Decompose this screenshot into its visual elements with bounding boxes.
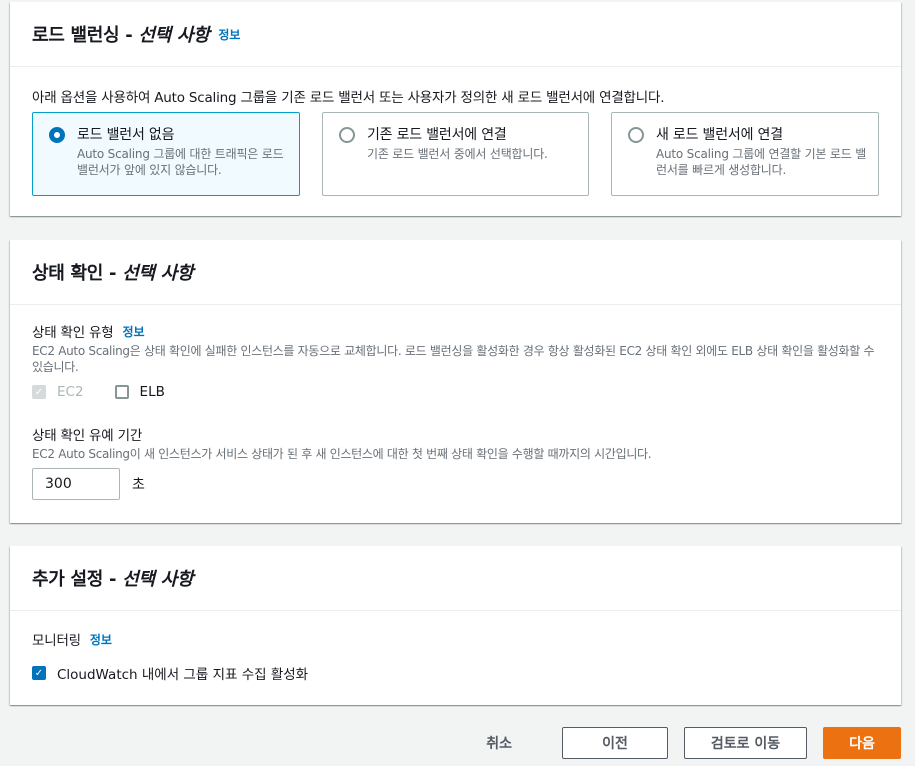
elb-label[interactable]: ELB [140, 384, 165, 400]
load-balancing-title: 로드 밸런싱 - 선택 사항 [32, 25, 210, 46]
review-button[interactable]: 검토로 이동 [684, 727, 807, 759]
tile-description: Auto Scaling 그룹에 연결할 기본 로드 밸런서를 빠르게 생성합니… [656, 147, 867, 177]
health-check-header: 상태 확인 - 선택 사항 [10, 240, 901, 305]
monitoring-label: 모니터링 [32, 633, 81, 649]
ec2-label: EC2 [57, 384, 84, 400]
health-check-type-description: EC2 Auto Scaling은 상태 확인에 실패한 인스턴스를 자동으로 … [32, 344, 875, 374]
load-balancing-info-link[interactable]: 정보 [218, 26, 240, 43]
elb-checkbox[interactable] [114, 385, 129, 399]
cloudwatch-label[interactable]: CloudWatch 내에서 그룹 지표 수집 활성화 [57, 663, 308, 683]
radio-existing-load-balancer[interactable] [339, 127, 355, 143]
grace-period-label: 상태 확인 유예 기간 [32, 428, 143, 444]
grace-period-unit: 초 [132, 477, 145, 493]
tile-new-load-balancer[interactable]: 새 로드 밸런서에 연결 Auto Scaling 그룹에 연결할 기본 로드 … [611, 112, 879, 196]
cancel-button[interactable]: 취소 [486, 733, 512, 753]
ec2-checkbox-item: ✓ EC2 [32, 384, 84, 400]
load-balancing-header: 로드 밸런싱 - 선택 사항 정보 [10, 2, 901, 67]
wizard-footer: 취소 이전 검토로 이동 다음 [486, 727, 901, 759]
health-check-type-label: 상태 확인 유형 [32, 325, 114, 341]
health-check-title: 상태 확인 - 선택 사항 [32, 263, 194, 284]
load-balancing-panel: 로드 밸런싱 - 선택 사항 정보 아래 옵션을 사용하여 Auto Scali… [10, 2, 901, 216]
radio-new-load-balancer[interactable] [628, 127, 644, 143]
additional-settings-header: 추가 설정 - 선택 사항 [10, 546, 901, 611]
tile-label: 기존 로드 밸런서에 연결 [367, 127, 507, 143]
tile-existing-load-balancer[interactable]: 기존 로드 밸런서에 연결 기존 로드 밸런서 중에서 선택합니다. [322, 112, 589, 196]
health-check-panel: 상태 확인 - 선택 사항 상태 확인 유형 정보 EC2 Auto Scali… [10, 240, 901, 523]
monitoring-info-link[interactable]: 정보 [90, 631, 112, 648]
tile-label: 새 로드 밸런서에 연결 [656, 127, 783, 143]
health-check-type-info-link[interactable]: 정보 [123, 323, 145, 340]
tile-description: 기존 로드 밸런서 중에서 선택합니다. [367, 147, 548, 161]
radio-no-load-balancer[interactable] [49, 127, 65, 143]
ec2-checkbox: ✓ [32, 385, 46, 399]
load-balancing-description: 아래 옵션을 사용하여 Auto Scaling 그룹을 기존 로드 밸런서 또… [32, 90, 665, 106]
tile-label: 로드 밸런서 없음 [77, 127, 175, 143]
tile-description: Auto Scaling 그룹에 대한 트래픽은 로드 밸런서가 앞에 있지 않… [77, 147, 284, 177]
previous-button[interactable]: 이전 [562, 727, 668, 759]
elb-checkbox-item[interactable]: ELB [114, 384, 165, 400]
grace-period-description: EC2 Auto Scaling이 새 인스턴스가 서비스 상태가 된 후 새 … [32, 447, 652, 461]
additional-settings-title: 추가 설정 - 선택 사항 [32, 569, 194, 590]
cloudwatch-checkbox-item[interactable]: ✓ CloudWatch 내에서 그룹 지표 수집 활성화 [32, 663, 308, 683]
next-button[interactable]: 다음 [823, 727, 901, 759]
additional-settings-panel: 추가 설정 - 선택 사항 모니터링 정보 ✓ CloudWatch 내에서 그… [10, 546, 901, 705]
tile-no-load-balancer[interactable]: 로드 밸런서 없음 Auto Scaling 그룹에 대한 트래픽은 로드 밸런… [32, 112, 300, 196]
grace-period-input[interactable] [32, 468, 120, 500]
cloudwatch-checkbox[interactable]: ✓ [32, 666, 46, 680]
